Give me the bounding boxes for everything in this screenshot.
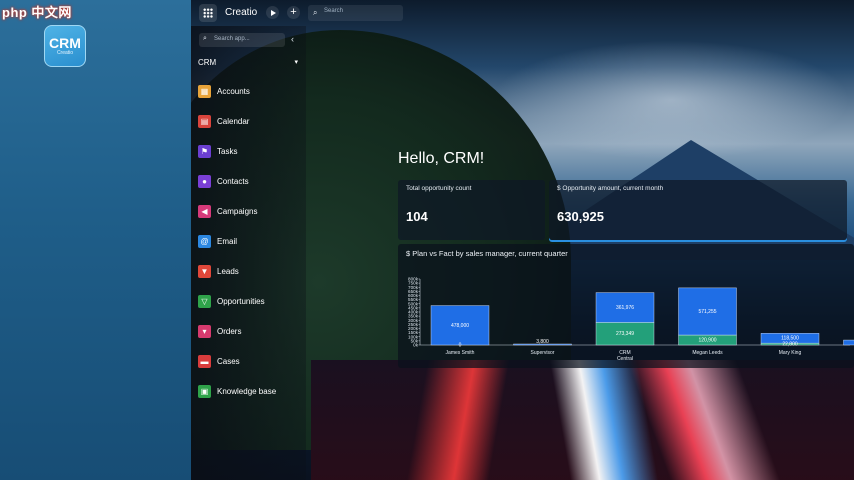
- sidebar-item-label: Email: [217, 237, 238, 246]
- workplace-label: CRM: [198, 58, 217, 67]
- sidebar-item-label: Knowledge base: [217, 387, 277, 396]
- light-trail-road: [311, 360, 854, 480]
- kpi-opportunity-count[interactable]: Total opportunity count 104: [398, 180, 545, 240]
- book-icon: ▣: [198, 385, 211, 398]
- data-label: 22,800: [782, 342, 798, 348]
- kpi-title: Total opportunity count: [406, 185, 472, 192]
- x-tick-label: Supervisor: [531, 350, 555, 356]
- at-icon: @: [198, 235, 211, 248]
- plus-icon: +: [290, 6, 297, 18]
- x-tick-label: Megan Leeds: [692, 350, 723, 356]
- grid-icon: [203, 8, 213, 18]
- sidebar-item-leads[interactable]: ▼ Leads: [198, 265, 303, 295]
- kpi-title: $ Opportunity amount, current month: [557, 185, 664, 192]
- run-process-button[interactable]: [266, 6, 279, 19]
- data-label: 120,900: [698, 338, 716, 344]
- collapse-sidebar-icon[interactable]: ‹: [291, 34, 294, 44]
- chevron-down-icon: ▾: [294, 59, 298, 66]
- plan-vs-fact-chart[interactable]: $ Plan vs Fact by sales manager, current…: [398, 244, 854, 368]
- sidebar-item-email[interactable]: @ Email: [198, 235, 303, 265]
- building-icon: ▦: [198, 85, 211, 98]
- flag-icon: ⚑: [198, 145, 211, 158]
- calendar-icon: ▤: [198, 115, 211, 128]
- sidebar-item-tasks[interactable]: ⚑ Tasks: [198, 145, 303, 175]
- bar-plan: [843, 339, 854, 346]
- x-tick-label: James Smith: [446, 350, 475, 356]
- data-label: 0: [459, 343, 462, 349]
- apps-menu-button[interactable]: [199, 4, 217, 22]
- workplace-selector[interactable]: CRM ▾: [198, 58, 298, 67]
- left-background: [0, 0, 191, 480]
- data-label: 3,800: [536, 339, 549, 345]
- sidebar-item-label: Accounts: [217, 87, 250, 96]
- crm-app-logo[interactable]: CRM Creatio: [44, 25, 86, 67]
- global-search-input[interactable]: ⌕ Search: [308, 5, 403, 21]
- x-tick-label: Central: [617, 356, 633, 362]
- data-label: 273,349: [616, 331, 634, 337]
- data-label: 478,000: [451, 323, 469, 329]
- sidebar: ⌕ Search app... ‹ CRM ▾ ▦ Accounts ▤ Calend…: [191, 26, 306, 480]
- chart-canvas: 800k750k700k650k600k550k500k450k400k350k…: [408, 277, 854, 362]
- play-icon: [270, 9, 276, 16]
- kpi-opportunity-amount[interactable]: $ Opportunity amount, current month 630,…: [549, 180, 847, 240]
- y-tick-label: 0k: [413, 343, 419, 348]
- sidebar-item-calendar[interactable]: ▤ Calendar: [198, 115, 303, 145]
- app-search-input[interactable]: ⌕ Search app...: [199, 33, 285, 47]
- sidebar-item-label: Contacts: [217, 177, 249, 186]
- person-icon: ●: [198, 175, 211, 188]
- sidebar-item-label: Tasks: [217, 147, 238, 156]
- funnel-icon: ▼: [198, 265, 211, 278]
- x-tick-label: Mary King: [779, 350, 802, 356]
- cart-icon: ▾: [198, 325, 211, 338]
- sidebar-item-accounts[interactable]: ▦ Accounts: [198, 85, 303, 115]
- sidebar-item-orders[interactable]: ▾ Orders: [198, 325, 303, 355]
- app-logo-subtext: Creatio: [56, 50, 74, 56]
- sidebar-item-label: Orders: [217, 327, 242, 336]
- sidebar-item-label: Calendar: [217, 117, 250, 126]
- data-label: 361,976: [616, 305, 634, 311]
- search-icon: ⌕: [203, 35, 207, 42]
- sidebar-item-label: Campaigns: [217, 207, 258, 216]
- watermark: php 中文网: [2, 5, 72, 20]
- sidebar-item-opportunities[interactable]: ▽ Opportunities: [198, 295, 303, 325]
- greeting: Hello, CRM!: [398, 150, 485, 167]
- search-icon: ⌕: [313, 8, 318, 17]
- kpi-value: 104: [406, 209, 428, 224]
- brand-name: Creatio: [225, 7, 258, 18]
- kpi-value: 630,925: [557, 209, 604, 224]
- sidebar-item-label: Cases: [217, 357, 240, 366]
- app-logo-text: CRM: [49, 35, 81, 51]
- sidebar-item-contacts[interactable]: ● Contacts: [198, 175, 303, 205]
- data-label: 118,500: [781, 336, 799, 342]
- chat-icon: ▬: [198, 355, 211, 368]
- sidebar-item-campaigns[interactable]: ◀ Campaigns: [198, 205, 303, 235]
- megaphone-icon: ◀: [198, 205, 211, 218]
- sidebar-item-cases[interactable]: ▬ Cases: [198, 355, 303, 385]
- add-button[interactable]: +: [287, 6, 300, 19]
- data-label: 571,255: [698, 309, 716, 315]
- sidebar-item-label: Leads: [217, 267, 239, 276]
- filter-icon: ▽: [198, 295, 211, 308]
- app-search-placeholder: Search app...: [214, 36, 250, 42]
- sidebar-item-knowledge-base[interactable]: ▣ Knowledge base: [198, 385, 303, 415]
- top-bar: Creatio + ⌕ Search: [191, 0, 854, 26]
- sidebar-item-label: Opportunities: [217, 297, 265, 306]
- search-placeholder: Search: [324, 8, 344, 14]
- sidebar-nav: ▦ Accounts ▤ Calendar ⚑ Tasks ● Contacts ◀ Campai…: [198, 85, 303, 415]
